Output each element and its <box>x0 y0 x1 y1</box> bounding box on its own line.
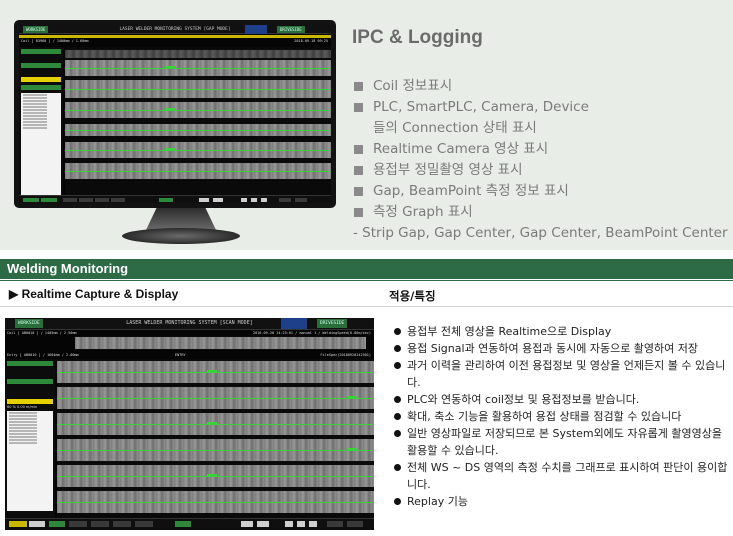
screen2-side-block <box>7 361 53 366</box>
screen1-side-block <box>21 85 61 90</box>
ipc-item-continuation: 들의 Connection 상태 표시 <box>373 120 537 136</box>
monitor-screen: WORKSIDE LASER WELDER MONITORING SYSTEM … <box>19 25 331 203</box>
square-bullet-icon <box>354 166 363 175</box>
square-bullet-icon <box>354 145 363 154</box>
monitor-stand-neck <box>146 208 216 230</box>
screen1-sidebar <box>19 47 63 203</box>
ipc-item: 측정 Graph 표시 <box>353 202 733 223</box>
subtitle-features: 적용/특징 <box>389 289 436 303</box>
screen1-bottom-toolbar <box>19 195 331 203</box>
screen1-mode-badge <box>245 25 267 34</box>
ipc-title: IPC & Logging <box>352 27 483 48</box>
screen2-bottom-toolbar <box>5 518 374 530</box>
screen2-mode-badge <box>281 318 307 329</box>
feature-item: 과거 이력을 관리하여 이전 용접정보 및 영상을 언제든지 볼 수 있습니다. <box>392 357 732 391</box>
monitor-image: WORKSIDE LASER WELDER MONITORING SYSTEM … <box>14 20 336 208</box>
feature-item: 용접 Signal과 연동하여 용접과 동시에 자동으로 촬영하여 저장 <box>392 340 732 357</box>
screen2-speed: 60 % 0.00 m/min <box>7 405 38 409</box>
bullet-dot-icon <box>394 396 401 403</box>
ipc-subitem: - Strip Gap, Gap Center, Gap Center, Bea… <box>353 225 728 241</box>
bullet-dot-icon <box>394 413 401 420</box>
ipc-item: Gap, BeamPoint 측정 정보 표시 <box>353 181 733 202</box>
feature-item: 확대, 축소 기능을 활용하여 용접 상태를 점검할 수 있습니다 <box>392 408 732 425</box>
feature-item: PLC와 연동하여 coil정보 및 용접정보를 받습니다. <box>392 391 732 408</box>
screen2-coil-info: Coil [ AB0010 ] / 1405mm / 2.50mm <box>7 331 77 335</box>
screen1-viewer <box>65 47 331 195</box>
bullet-dot-icon <box>394 498 401 505</box>
screen1-infobar: Coil [ 03960 ] / 1400mm / 1.60mm 2018-09… <box>19 38 331 44</box>
screen1-driveside-tag: DRIVESIDE <box>277 26 305 33</box>
screen2-titlebar: WORKSIDE LASER WELDER MONITORING SYSTEM … <box>5 318 374 330</box>
ipc-feature-list: Coil 정보표시 PLC, SmartPLC, Camera, Device … <box>353 76 733 244</box>
bullet-dot-icon <box>394 345 401 352</box>
subtitle-divider <box>0 306 733 307</box>
screen2-exit-view <box>75 336 366 350</box>
screen2-log-list <box>7 411 53 511</box>
ipc-item: PLC, SmartPLC, Camera, Device <box>353 97 733 118</box>
ipc-item: 용접부 정밀촬영 영상 표시 <box>353 160 733 181</box>
square-bullet-icon <box>354 82 363 91</box>
ipc-item: Coil 정보표시 <box>353 76 733 97</box>
bullet-dot-icon <box>394 328 401 335</box>
ipc-logging-panel: WORKSIDE LASER WELDER MONITORING SYSTEM … <box>0 0 733 250</box>
screen2-filespec: FileSpec(20180920142501) <box>320 353 371 357</box>
section-divider <box>0 280 733 281</box>
section-header-welding-monitoring: Welding Monitoring <box>0 259 733 279</box>
bullet-dot-icon <box>394 464 401 471</box>
screen2-side-block <box>7 379 53 384</box>
screen1-side-block <box>21 49 61 54</box>
screen2-entry-info: Entry [ AB0010 ] / 1604mm / 2.00mm <box>7 353 79 357</box>
screen1-side-block <box>21 63 61 68</box>
screen2-side-block <box>7 399 53 404</box>
screen1-side-block <box>21 77 61 82</box>
subtitle-realtime-capture: ▶ Realtime Capture & Display <box>9 287 179 301</box>
screen2-entry-label: ENTRY <box>175 353 186 357</box>
square-bullet-icon <box>354 208 363 217</box>
feature-item: 일반 영상파일로 저장되므로 본 System외에도 자유롭게 촬영영상을 활용… <box>392 425 732 459</box>
feature-item: 용접부 전체 영상을 Realtime으로 Display <box>392 323 732 340</box>
screen1-titlebar: WORKSIDE LASER WELDER MONITORING SYSTEM … <box>19 25 331 34</box>
feature-item: Replay 기능 <box>392 493 732 510</box>
screen1-log-list <box>21 93 61 203</box>
bullet-dot-icon <box>394 362 401 369</box>
screen2-viewer <box>57 359 374 518</box>
square-bullet-icon <box>354 187 363 196</box>
feature-item: 전체 WS ~ DS 영역의 측정 수치를 그래프로 표시하여 판단이 용이합니… <box>392 459 732 493</box>
welding-feature-list: 용접부 전체 영상을 Realtime으로 Display 용접 Signal과… <box>392 323 732 510</box>
square-bullet-icon <box>354 103 363 112</box>
screen1-coil-info: Coil [ 03960 ] / 1400mm / 1.60mm <box>21 39 89 43</box>
screen2-sidebar: 60 % 0.00 m/min <box>5 359 55 518</box>
screen2-entry-bar: Entry [ AB0010 ] / 1604mm / 2.00mm ENTRY… <box>5 352 374 358</box>
screen2-driveside-tag: DRIVESIDE <box>317 319 348 328</box>
monitor-stand-base <box>122 228 240 244</box>
bullet-dot-icon <box>394 430 401 437</box>
screen1-datetime: 2018-09-18 09:25 <box>294 39 328 43</box>
ipc-item: Realtime Camera 영상 표시 <box>353 139 733 160</box>
welding-monitor-screenshot: WORKSIDE LASER WELDER MONITORING SYSTEM … <box>5 318 374 530</box>
